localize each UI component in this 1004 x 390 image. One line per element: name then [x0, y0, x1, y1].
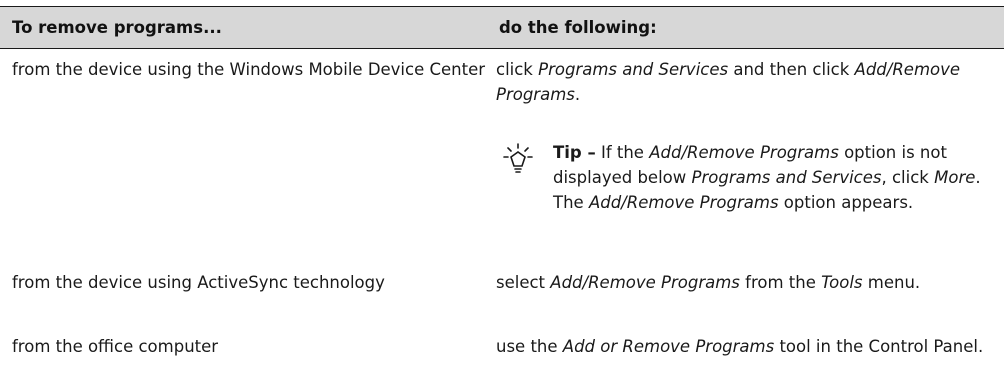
row1-condition: from the device using the Windows Mobile…: [12, 60, 486, 79]
row2-action: select Add/Remove Programs from the Tool…: [496, 273, 921, 292]
header-do-following: do the following:: [499, 18, 657, 37]
row3-action: use the Add or Remove Programs tool in t…: [496, 337, 984, 356]
lightbulb-icon: [503, 143, 533, 173]
tip-note: Tip – If the Add/Remove Programs option …: [553, 143, 981, 212]
row1-action: click Programs and Services and then cli…: [496, 60, 961, 104]
table-header-rule: [0, 48, 1004, 49]
row3-condition: from the office computer: [12, 337, 219, 356]
header-remove-programs: To remove programs...: [12, 18, 222, 37]
row2-condition: from the device using ActiveSync technol…: [12, 273, 385, 292]
table-header-row: To remove programs... do the following:: [0, 7, 1004, 48]
